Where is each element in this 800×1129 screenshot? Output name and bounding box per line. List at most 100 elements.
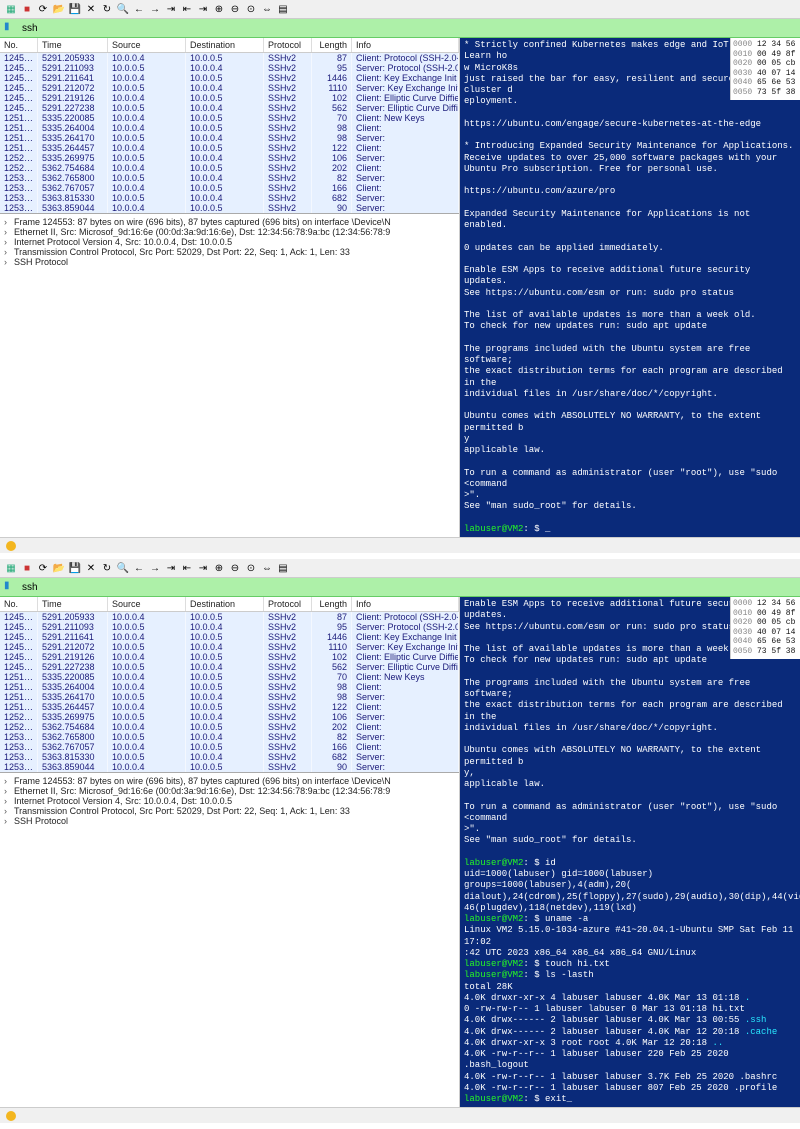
open-icon[interactable]: 📂 (52, 2, 66, 16)
packet-row[interactable]: 1253…5363.85904410.0.0.410.0.0.5SSHv290S… (0, 203, 459, 213)
zoom-fit-icon[interactable]: ⊙ (244, 561, 258, 575)
col-info[interactable]: Info (352, 38, 459, 52)
zoom-out-icon[interactable]: ⊖ (228, 561, 242, 575)
open-icon[interactable]: 📂 (52, 561, 66, 575)
col-dst[interactable]: Destination (186, 38, 264, 52)
columns-icon[interactable]: ▤ (276, 561, 290, 575)
packet-row[interactable]: 1245…5291.21207210.0.0.510.0.0.4SSHv2111… (0, 83, 459, 93)
file-icon[interactable]: ▦ (4, 2, 18, 16)
back-icon[interactable]: ← (132, 561, 146, 575)
tree-node[interactable]: ›Internet Protocol Version 4, Src: 10.0.… (4, 237, 455, 247)
packet-row[interactable]: 1245…5291.22723810.0.0.510.0.0.4SSHv2562… (0, 103, 459, 113)
packet-row[interactable]: 1252…5362.75468410.0.0.410.0.0.5SSHv2202… (0, 163, 459, 173)
display-filter-input[interactable] (22, 23, 796, 34)
packet-row[interactable]: 1245…5291.21912610.0.0.410.0.0.5SSHv2102… (0, 93, 459, 103)
goto-icon[interactable]: ⇥ (164, 561, 178, 575)
tree-node[interactable]: ›SSH Protocol (4, 816, 455, 826)
col-info[interactable]: Info (352, 597, 459, 611)
packet-row[interactable]: 1253…5363.85904410.0.0.410.0.0.5SSHv290S… (0, 762, 459, 772)
packet-row[interactable]: 1251…5335.26417010.0.0.510.0.0.4SSHv298S… (0, 692, 459, 702)
zoom-fit-icon[interactable]: ⊙ (244, 2, 258, 16)
packet-row[interactable]: 1251…5335.26417010.0.0.510.0.0.4SSHv298S… (0, 133, 459, 143)
packet-row[interactable]: 1251…5335.22008510.0.0.410.0.0.5SSHv270C… (0, 672, 459, 682)
packet-row[interactable]: 1252…5335.26997510.0.0.510.0.0.4SSHv2106… (0, 712, 459, 722)
tree-node[interactable]: ›Ethernet II, Src: Microsof_9d:16:6e (00… (4, 227, 455, 237)
col-no[interactable]: No. (0, 38, 38, 52)
packet-row[interactable]: 1253…5362.76580010.0.0.510.0.0.4SSHv282S… (0, 173, 459, 183)
packet-row[interactable]: 1251…5335.26445710.0.0.410.0.0.5SSHv2122… (0, 143, 459, 153)
terminal-pane[interactable]: 0000 12 34 560010 00 49 8f0020 00 05 cb0… (460, 38, 800, 537)
col-time[interactable]: Time (38, 38, 108, 52)
tree-node[interactable]: ›Frame 124553: 87 bytes on wire (696 bit… (4, 217, 455, 227)
packet-rows[interactable]: 1245…5291.20593310.0.0.410.0.0.5SSHv287C… (0, 612, 459, 772)
fwd-icon[interactable]: → (148, 2, 162, 16)
packet-details-pane[interactable]: ›Frame 124553: 87 bytes on wire (696 bit… (0, 772, 459, 829)
save-icon[interactable]: 💾 (68, 2, 82, 16)
first-icon[interactable]: ⇤ (180, 2, 194, 16)
packet-row[interactable]: 1245…5291.22723810.0.0.510.0.0.4SSHv2562… (0, 662, 459, 672)
bookmark-icon[interactable]: ▮ (4, 21, 18, 35)
col-no[interactable]: No. (0, 597, 38, 611)
columns-icon[interactable]: ▤ (276, 2, 290, 16)
first-icon[interactable]: ⇤ (180, 561, 194, 575)
close-icon[interactable]: ✕ (84, 2, 98, 16)
zoom-in-icon[interactable]: ⊕ (212, 561, 226, 575)
col-src[interactable]: Source (108, 597, 186, 611)
stop-icon[interactable]: ■ (20, 2, 34, 16)
last-icon[interactable]: ⇥ (196, 561, 210, 575)
back-icon[interactable]: ← (132, 2, 146, 16)
packet-row[interactable]: 1253…5363.81533010.0.0.510.0.0.4SSHv2682… (0, 752, 459, 762)
packet-rows[interactable]: 1245…5291.20593310.0.0.410.0.0.5SSHv287C… (0, 53, 459, 213)
packet-row[interactable]: 1245…5291.21109310.0.0.510.0.0.4SSHv295S… (0, 63, 459, 73)
packet-row[interactable]: 1251…5335.22008510.0.0.410.0.0.5SSHv270C… (0, 113, 459, 123)
tree-node[interactable]: ›Internet Protocol Version 4, Src: 10.0.… (4, 796, 455, 806)
packet-row[interactable]: 1245…5291.21164110.0.0.410.0.0.5SSHv2144… (0, 632, 459, 642)
fwd-icon[interactable]: → (148, 561, 162, 575)
packet-row[interactable]: 1245…5291.21164110.0.0.410.0.0.5SSHv2144… (0, 73, 459, 83)
packet-row[interactable]: 1252…5362.75468410.0.0.410.0.0.5SSHv2202… (0, 722, 459, 732)
packet-row[interactable]: 1251…5335.26445710.0.0.410.0.0.5SSHv2122… (0, 702, 459, 712)
col-src[interactable]: Source (108, 38, 186, 52)
goto-icon[interactable]: ⇥ (164, 2, 178, 16)
packet-row[interactable]: 1245…5291.21912610.0.0.410.0.0.5SSHv2102… (0, 652, 459, 662)
tree-node[interactable]: ›Transmission Control Protocol, Src Port… (4, 806, 455, 816)
tree-node[interactable]: ›SSH Protocol (4, 257, 455, 267)
file-icon[interactable]: ▦ (4, 561, 18, 575)
col-dst[interactable]: Destination (186, 597, 264, 611)
find-icon[interactable]: 🔍 (116, 2, 130, 16)
tree-node[interactable]: ›Ethernet II, Src: Microsof_9d:16:6e (00… (4, 786, 455, 796)
packet-row[interactable]: 1251…5335.26400410.0.0.410.0.0.5SSHv298C… (0, 123, 459, 133)
terminal-pane[interactable]: 0000 12 34 560010 00 49 8f0020 00 05 cb0… (460, 597, 800, 1107)
stop-icon[interactable]: ■ (20, 561, 34, 575)
bookmark-icon[interactable]: ▮ (4, 580, 18, 594)
tree-node[interactable]: ›Frame 124553: 87 bytes on wire (696 bit… (4, 776, 455, 786)
packet-row[interactable]: 1252…5335.26997510.0.0.510.0.0.4SSHv2106… (0, 153, 459, 163)
find-icon[interactable]: 🔍 (116, 561, 130, 575)
packet-row[interactable]: 1253…5362.76705710.0.0.410.0.0.5SSHv2166… (0, 183, 459, 193)
packet-row[interactable]: 1251…5335.26400410.0.0.410.0.0.5SSHv298C… (0, 682, 459, 692)
col-len[interactable]: Length (312, 597, 352, 611)
packet-details-pane[interactable]: ›Frame 124553: 87 bytes on wire (696 bit… (0, 213, 459, 270)
col-pro[interactable]: Protocol (264, 597, 312, 611)
packet-row[interactable]: 1245…5291.20593310.0.0.410.0.0.5SSHv287C… (0, 53, 459, 63)
save-icon[interactable]: 💾 (68, 561, 82, 575)
packet-row[interactable]: 1245…5291.21109310.0.0.510.0.0.4SSHv295S… (0, 622, 459, 632)
col-len[interactable]: Length (312, 38, 352, 52)
zoom-out-icon[interactable]: ⊖ (228, 2, 242, 16)
tree-node[interactable]: ›Transmission Control Protocol, Src Port… (4, 247, 455, 257)
packet-row[interactable]: 1245…5291.21207210.0.0.510.0.0.4SSHv2111… (0, 642, 459, 652)
display-filter-input[interactable] (22, 582, 796, 593)
reload-icon[interactable]: ↻ (100, 2, 114, 16)
col-time[interactable]: Time (38, 597, 108, 611)
restart-icon[interactable]: ⟳ (36, 2, 50, 16)
resize-icon[interactable]: ⇔ (260, 2, 274, 16)
packet-row[interactable]: 1253…5362.76705710.0.0.410.0.0.5SSHv2166… (0, 742, 459, 752)
col-pro[interactable]: Protocol (264, 38, 312, 52)
packet-row[interactable]: 1253…5362.76580010.0.0.510.0.0.4SSHv282S… (0, 732, 459, 742)
zoom-in-icon[interactable]: ⊕ (212, 2, 226, 16)
reload-icon[interactable]: ↻ (100, 561, 114, 575)
last-icon[interactable]: ⇥ (196, 2, 210, 16)
close-icon[interactable]: ✕ (84, 561, 98, 575)
packet-row[interactable]: 1253…5363.81533010.0.0.510.0.0.4SSHv2682… (0, 193, 459, 203)
packet-row[interactable]: 1245…5291.20593310.0.0.410.0.0.5SSHv287C… (0, 612, 459, 622)
